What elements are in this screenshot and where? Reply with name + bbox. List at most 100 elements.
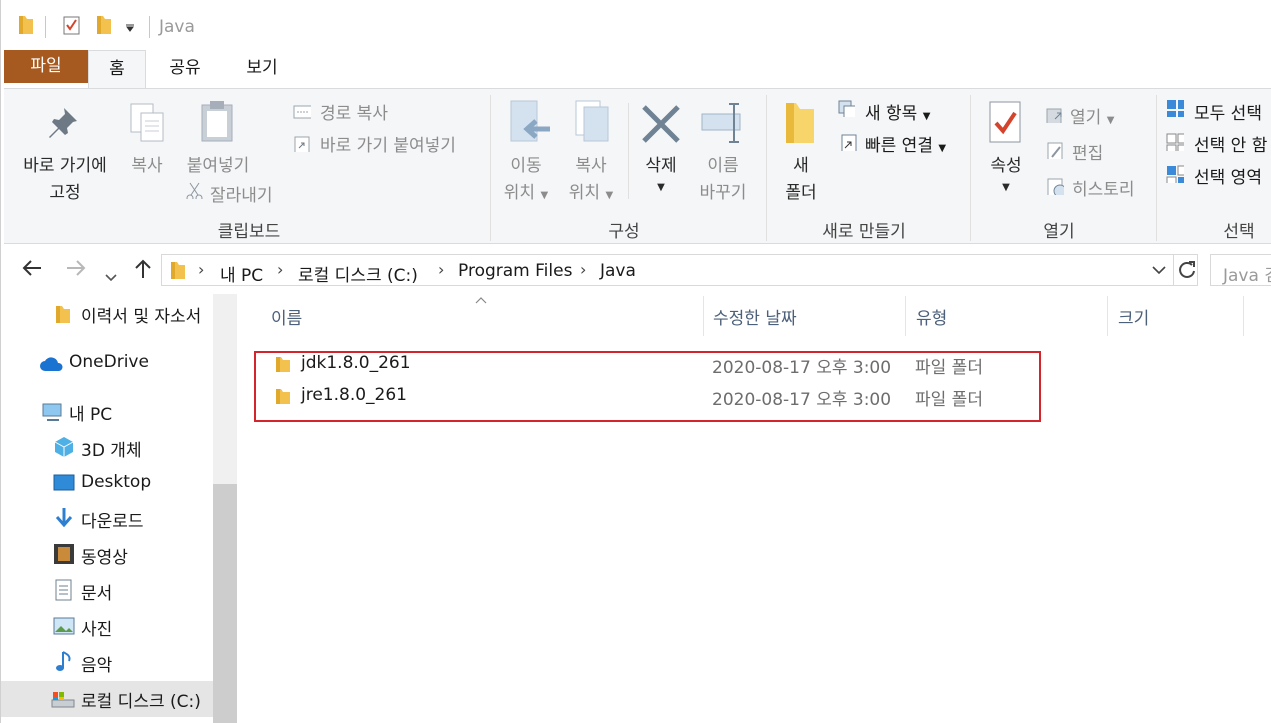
new-item-button[interactable]: 새 항목 ▼	[865, 99, 930, 124]
history-button[interactable]: 히스토리	[1072, 175, 1135, 200]
edit-button[interactable]: 편집	[1072, 139, 1103, 164]
breadcrumb-separator-icon[interactable]: ›	[438, 260, 444, 279]
breadcrumb-separator-icon[interactable]: ›	[277, 260, 283, 279]
copy-path-button[interactable]: 경로 복사	[320, 99, 388, 124]
recent-locations-button[interactable]	[105, 264, 117, 289]
nav-label: 음악	[81, 656, 113, 676]
ribbon-tabs: 파일 홈 공유 보기	[1, 50, 1271, 89]
rename-button[interactable]: 이름 바꾸기	[690, 151, 756, 203]
nav-item-resume-folder[interactable]: 이력서 및 자소서	[1, 296, 213, 330]
paste-icon	[201, 101, 233, 142]
back-button[interactable]	[21, 257, 43, 285]
group-label-organize: 구성	[608, 222, 640, 242]
tab-file[interactable]: 파일	[4, 50, 88, 83]
select-all-button[interactable]: 모두 선택	[1194, 99, 1262, 124]
move-to-line2: 위치 ▼	[496, 178, 556, 203]
nav-item-downloads[interactable]: 다운로드	[1, 501, 213, 535]
delete-label: 삭제	[645, 156, 677, 176]
paste-shortcut-button[interactable]: 바로 가기 붙여넣기	[320, 131, 456, 156]
tab-view[interactable]: 보기	[226, 50, 298, 88]
nav-item-desktop[interactable]: Desktop	[1, 466, 213, 500]
copy-to-label: 위치	[568, 183, 601, 203]
tab-home[interactable]: 홈	[88, 50, 146, 89]
copy-button[interactable]: 복사	[122, 151, 172, 176]
nav-item-this-pc[interactable]: 내 PC	[1, 394, 213, 428]
select-none-button[interactable]: 선택 안 함	[1194, 131, 1267, 156]
column-header-size[interactable]: 크기	[1118, 304, 1149, 329]
video-icon	[54, 544, 74, 564]
divider[interactable]	[1107, 296, 1108, 336]
divider[interactable]	[1243, 296, 1244, 336]
invert-selection-button[interactable]: 선택 영역	[1194, 163, 1262, 188]
up-button[interactable]	[132, 257, 154, 285]
new-folder-button[interactable]: 새 폴더	[774, 151, 828, 203]
delete-button[interactable]: 삭제 ▼	[634, 151, 688, 193]
chevron-down-icon: ▼	[605, 190, 614, 201]
group-label-open: 열기	[1043, 222, 1075, 242]
documents-icon	[55, 579, 72, 601]
chevron-down-icon[interactable]	[125, 24, 135, 32]
move-to-button[interactable]: 이동 위치 ▼	[496, 151, 556, 203]
nav-item-3d-objects[interactable]: 3D 개체	[1, 430, 213, 464]
chevron-down-icon[interactable]	[1152, 265, 1166, 275]
download-icon	[55, 508, 73, 528]
scrollbar-thumb[interactable]	[213, 484, 237, 723]
chevron-down-icon: ▼	[1106, 115, 1115, 126]
properties-button[interactable]: 속성 ▼	[978, 151, 1034, 193]
arrow-up-icon	[135, 259, 151, 278]
breadcrumb-java[interactable]: Java	[600, 261, 636, 281]
address-bar[interactable]: › 내 PC › 로컬 디스크 (C:) › Program Files › J…	[161, 254, 1198, 286]
copy-to-button[interactable]: 복사 위치 ▼	[560, 151, 622, 203]
search-input[interactable]: Java 검색	[1210, 254, 1271, 286]
title-bar: Java	[1, 0, 1271, 50]
nav-item-documents[interactable]: 문서	[1, 573, 213, 607]
nav-label: 동영상	[81, 548, 128, 568]
column-header-type[interactable]: 유형	[916, 304, 947, 329]
nav-label: 다운로드	[81, 512, 144, 532]
open-button[interactable]: 열기 ▼	[1070, 103, 1114, 128]
nav-item-music[interactable]: 음악	[1, 645, 213, 679]
properties-icon	[989, 101, 1021, 143]
group-label-new: 새로 만들기	[822, 222, 906, 242]
new-folder-icon[interactable]	[95, 14, 113, 36]
nav-item-pictures[interactable]: 사진	[1, 609, 213, 643]
breadcrumb-local-disk[interactable]: 로컬 디스크 (C:)	[298, 261, 418, 286]
refresh-icon[interactable]	[1177, 260, 1197, 280]
forward-button[interactable]	[65, 257, 87, 285]
breadcrumb-separator-icon[interactable]: ›	[580, 260, 586, 279]
cut-button[interactable]: 잘라내기	[210, 181, 273, 206]
easy-access-button[interactable]: 빠른 연결 ▼	[865, 131, 946, 156]
delete-icon	[642, 105, 680, 143]
window-title: Java	[159, 17, 195, 37]
column-header-name[interactable]: 이름	[271, 304, 302, 329]
nav-label: Desktop	[81, 472, 152, 492]
divider[interactable]	[905, 296, 906, 336]
select-all-icon	[1167, 100, 1184, 117]
pin-label-line2: 고정	[49, 183, 81, 203]
divider	[628, 103, 629, 199]
divider	[45, 16, 46, 38]
nav-item-local-disk[interactable]: 로컬 디스크 (C:)	[1, 681, 213, 717]
nav-item-videos[interactable]: 동영상	[1, 537, 213, 571]
divider	[1156, 95, 1157, 241]
column-header-modified[interactable]: 수정한 날짜	[713, 304, 797, 329]
properties-icon[interactable]	[62, 14, 82, 36]
highlight-annotation-box	[254, 351, 1041, 422]
nav-label: 문서	[81, 584, 113, 604]
pin-to-quick-access-button[interactable]: 바로 가기에 고정	[10, 151, 120, 203]
move-to-icon	[510, 100, 550, 142]
breadcrumb-separator-icon[interactable]: ›	[198, 260, 204, 279]
arrow-right-icon	[67, 260, 86, 276]
divider[interactable]	[703, 296, 704, 336]
tab-share[interactable]: 공유	[151, 50, 219, 88]
copy-to-line1: 복사	[575, 156, 607, 176]
new-folder-line2: 폴더	[785, 183, 817, 203]
paste-button[interactable]: 붙여넣기	[178, 151, 258, 176]
nav-item-onedrive[interactable]: OneDrive	[1, 346, 213, 380]
breadcrumb-program-files[interactable]: Program Files	[458, 261, 572, 281]
breadcrumb-pc[interactable]: 내 PC	[220, 261, 263, 286]
chevron-down-icon: ▼	[1002, 182, 1010, 193]
copy-to-icon	[575, 100, 609, 142]
pictures-icon	[53, 617, 75, 635]
select-none-icon	[1166, 133, 1184, 151]
